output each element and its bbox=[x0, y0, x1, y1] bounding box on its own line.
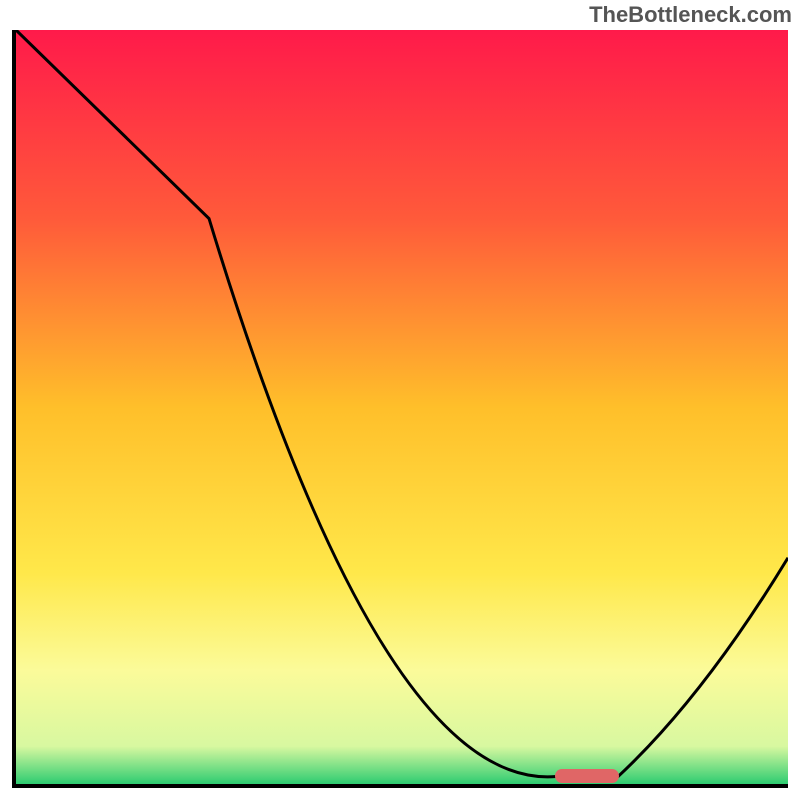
bottleneck-curve bbox=[16, 30, 788, 784]
watermark-text: TheBottleneck.com bbox=[589, 2, 792, 28]
optimal-marker bbox=[555, 769, 619, 783]
chart-plot-area bbox=[12, 30, 788, 788]
